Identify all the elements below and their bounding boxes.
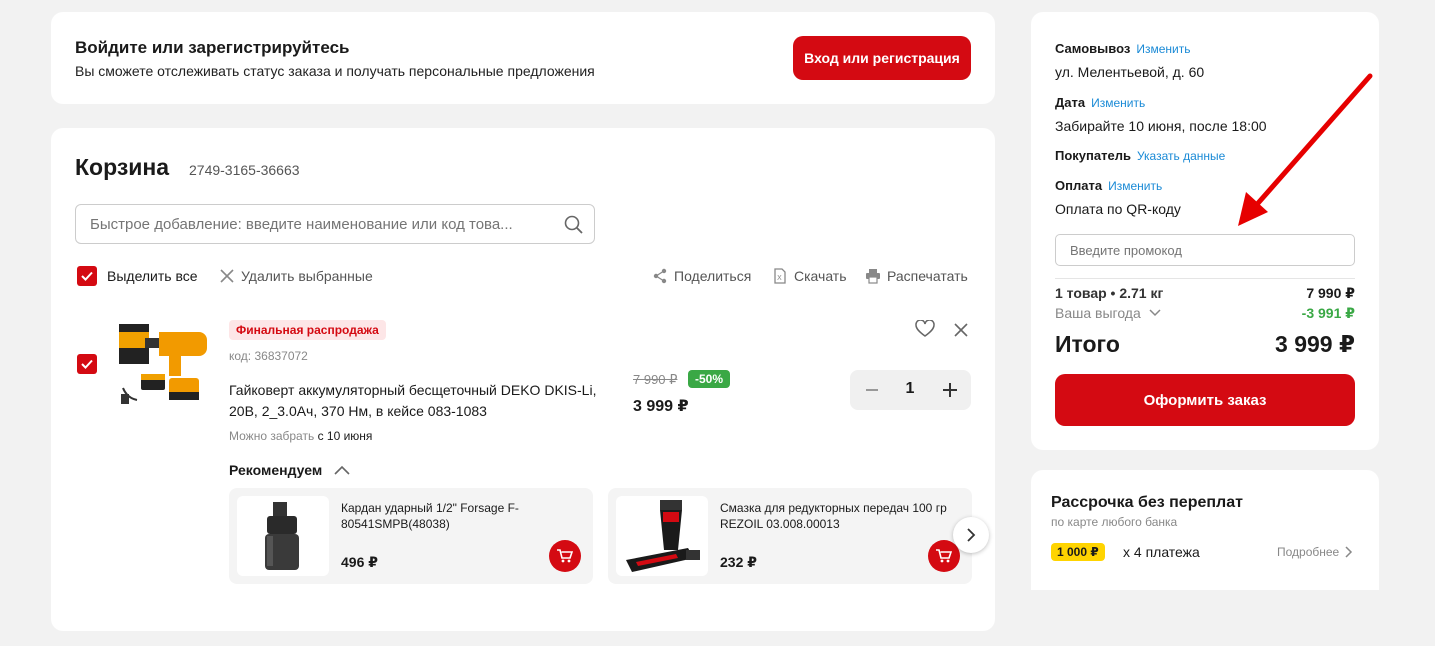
recommend-card[interactable]: Кардан ударный 1/2" Forsage F-80541SMPB(… bbox=[229, 488, 593, 584]
recommend-image bbox=[237, 496, 329, 576]
item-name[interactable]: Гайковерт аккумуляторный бесщеточный DEK… bbox=[229, 380, 609, 422]
excel-icon: X bbox=[774, 268, 786, 284]
login-title: Войдите или зарегистрируйтесь bbox=[75, 38, 350, 57]
favorite-icon[interactable] bbox=[915, 320, 935, 338]
cart-icon bbox=[936, 549, 952, 563]
grease-tube-image bbox=[626, 500, 700, 572]
chevron-down-icon bbox=[1149, 309, 1161, 317]
print-label: Распечатать bbox=[887, 268, 968, 284]
installment-more-link[interactable]: Подробнее bbox=[1277, 545, 1353, 559]
installment-card: Рассрочка без переплат по карте любого б… bbox=[1031, 470, 1379, 590]
checkout-button[interactable]: Оформить заказ bbox=[1055, 374, 1355, 426]
login-card: Войдите или зарегистрируйтесь Вы сможете… bbox=[51, 12, 995, 104]
recommend-price: 496 ₽ bbox=[341, 554, 378, 570]
login-subtitle: Вы сможете отслеживать статус заказа и п… bbox=[75, 63, 595, 79]
pickup-address: ул. Мелентьевой, д. 60 bbox=[1055, 64, 1205, 80]
buyer-label: Покупатель bbox=[1055, 148, 1131, 163]
chevron-up-icon bbox=[334, 465, 350, 475]
cart-icon bbox=[557, 549, 573, 563]
benefit-toggle[interactable]: Ваша выгода bbox=[1055, 305, 1161, 321]
payment-value: Оплата по QR-коду bbox=[1055, 201, 1181, 217]
share-button[interactable]: Поделиться bbox=[652, 268, 751, 284]
check-icon bbox=[81, 271, 93, 281]
print-button[interactable]: Распечатать bbox=[865, 268, 968, 284]
sale-badge: Финальная распродажа bbox=[229, 320, 386, 340]
quick-add-search[interactable] bbox=[75, 204, 595, 244]
minus-icon[interactable] bbox=[866, 389, 878, 391]
divider bbox=[1055, 278, 1355, 279]
recommend-image bbox=[616, 496, 708, 576]
recommend-toggle[interactable]: Рекомендуем bbox=[229, 462, 350, 478]
pickup-label: Можно забрать bbox=[229, 429, 315, 443]
delete-selected-label: Удалить выбранные bbox=[241, 268, 373, 284]
close-icon bbox=[220, 269, 234, 283]
cardan-joint-image bbox=[265, 502, 299, 570]
installment-more-label: Подробнее bbox=[1277, 545, 1340, 559]
search-icon[interactable] bbox=[564, 215, 584, 235]
pickup-label: Самовывоз bbox=[1055, 41, 1131, 56]
benefit-value: -3 991 ₽ bbox=[1301, 305, 1355, 321]
installment-times: x 4 платежа bbox=[1123, 544, 1200, 560]
chevron-right-icon bbox=[967, 528, 976, 542]
items-count: 1 товар • 2.71 кг bbox=[1055, 285, 1164, 301]
cart-id: 2749-3165-36663 bbox=[189, 162, 300, 178]
item-price: 3 999 ₽ bbox=[633, 398, 689, 415]
benefit-label: Ваша выгода bbox=[1055, 305, 1141, 321]
pickup-row: Самовывоз Изменить bbox=[1055, 40, 1190, 56]
recommend-price: 232 ₽ bbox=[720, 554, 757, 570]
pickup-date: с 10 июня bbox=[317, 429, 373, 443]
payment-label: Оплата bbox=[1055, 178, 1103, 193]
recommend-name[interactable]: Кардан ударный 1/2" Forsage F-80541SMPB(… bbox=[341, 500, 581, 532]
date-row: Дата Изменить bbox=[1055, 94, 1145, 110]
impact-driver-image bbox=[119, 324, 207, 404]
total-value: 3 999 ₽ bbox=[1275, 331, 1355, 357]
svg-text:X: X bbox=[777, 274, 782, 282]
payment-change-link[interactable]: Изменить bbox=[1108, 179, 1162, 193]
annotation-arrow-icon bbox=[1238, 73, 1373, 226]
download-button[interactable]: X Скачать bbox=[772, 268, 847, 284]
date-change-link[interactable]: Изменить bbox=[1091, 96, 1145, 110]
share-label: Поделиться bbox=[674, 268, 752, 284]
remove-item-icon[interactable] bbox=[954, 323, 968, 337]
old-price: 7 990 ₽ bbox=[633, 372, 678, 387]
share-icon bbox=[653, 268, 667, 284]
recommend-title: Рекомендуем bbox=[229, 462, 323, 478]
recommend-card[interactable]: Смазка для редукторных передач 100 гр RE… bbox=[608, 488, 972, 584]
cart-title: Корзина bbox=[75, 154, 170, 180]
pickup-info: Можно забрать с 10 июня bbox=[229, 429, 372, 443]
quantity-value[interactable]: 1 bbox=[900, 380, 920, 398]
date-label: Дата bbox=[1055, 95, 1086, 110]
chevron-right-icon bbox=[1345, 546, 1353, 558]
installment-title: Рассрочка без переплат bbox=[1051, 494, 1243, 511]
carousel-next-button[interactable] bbox=[953, 517, 989, 553]
recommend-name[interactable]: Смазка для редукторных передач 100 гр RE… bbox=[720, 500, 960, 532]
select-all-checkbox[interactable] bbox=[77, 266, 97, 286]
total-label: Итого bbox=[1055, 331, 1120, 357]
download-label: Скачать bbox=[794, 268, 847, 284]
delete-selected-button[interactable]: Удалить выбранные bbox=[219, 268, 373, 284]
item-checkbox[interactable] bbox=[77, 354, 97, 374]
add-to-cart-button[interactable] bbox=[549, 540, 581, 572]
pickup-change-link[interactable]: Изменить bbox=[1136, 42, 1190, 56]
installment-amount: 1 000 ₽ bbox=[1051, 543, 1105, 561]
items-total: 7 990 ₽ bbox=[1306, 285, 1355, 301]
plus-icon[interactable] bbox=[943, 383, 957, 397]
item-code: код: 36837072 bbox=[229, 349, 308, 363]
item-image[interactable] bbox=[115, 318, 213, 414]
select-all-label[interactable]: Выделить все bbox=[107, 268, 198, 284]
installment-subtitle: по карте любого банка bbox=[1051, 515, 1178, 529]
login-button[interactable]: Вход или регистрация bbox=[793, 36, 971, 80]
check-icon bbox=[81, 359, 93, 369]
buyer-row: Покупатель Указать данные bbox=[1055, 147, 1225, 163]
search-input[interactable] bbox=[90, 205, 560, 243]
printer-icon bbox=[866, 269, 880, 284]
buyer-link[interactable]: Указать данные bbox=[1137, 149, 1225, 163]
discount-badge: -50% bbox=[688, 370, 731, 388]
payment-row: Оплата Изменить bbox=[1055, 177, 1162, 193]
quantity-stepper[interactable]: 1 bbox=[850, 370, 971, 410]
